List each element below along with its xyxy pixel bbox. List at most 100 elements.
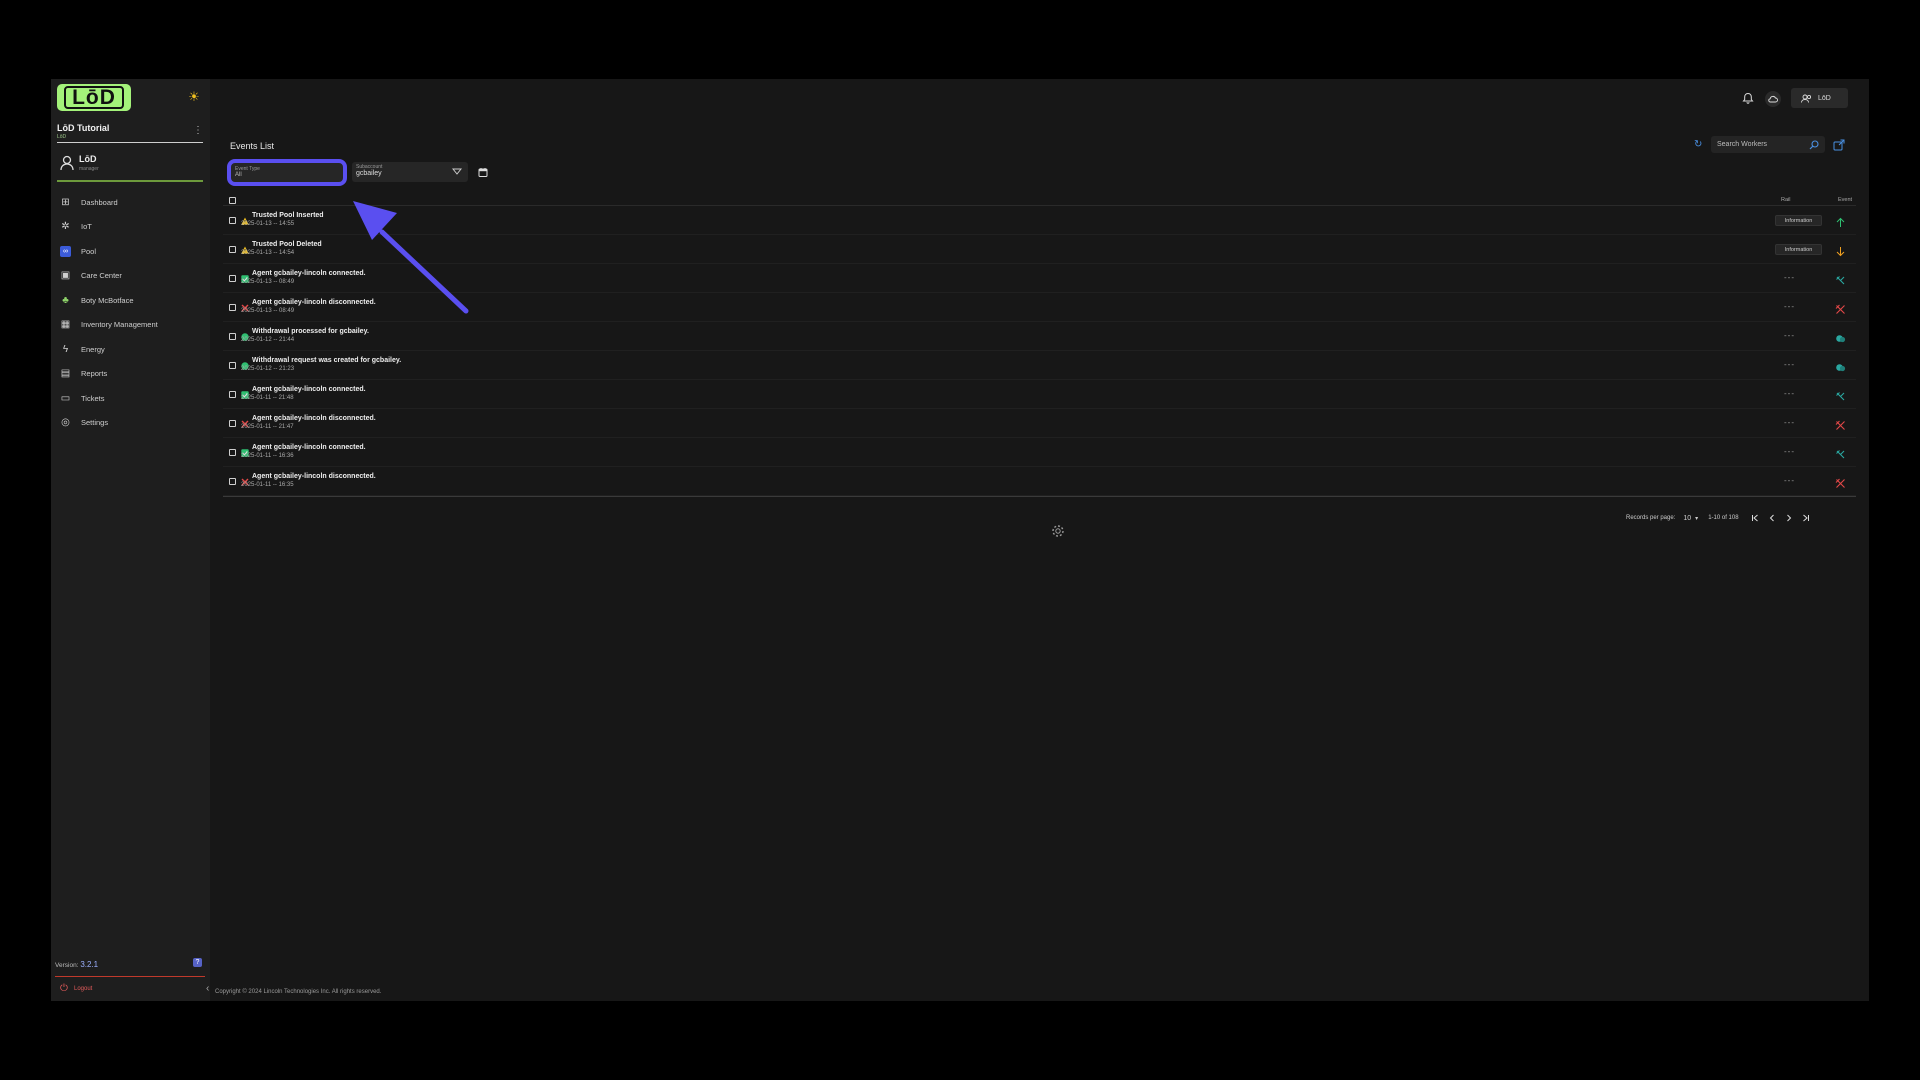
- event-type-value: All: [235, 172, 242, 178]
- table-divider: [223, 496, 1856, 497]
- sidebar-item-label: Tickets: [81, 393, 105, 403]
- export-icon[interactable]: [1833, 139, 1845, 151]
- row-checkbox[interactable]: [229, 217, 236, 224]
- error-x-icon: [241, 415, 249, 428]
- event-title: Agent gcbailey-lincoln connected.: [252, 270, 366, 277]
- refresh-icon[interactable]: ↻: [1694, 140, 1704, 150]
- event-title: Agent gcbailey-lincoln disconnected.: [252, 473, 376, 480]
- table-row[interactable]: Agent gcbailey-lincoln disconnected. 2025…: [223, 293, 1856, 322]
- table-row[interactable]: Agent gcbailey-lincoln connected. 2025-01…: [223, 438, 1856, 467]
- plug-connected-icon: [1835, 389, 1846, 401]
- records-per-page-label: Records per page:: [1626, 515, 1676, 521]
- inventory-icon: ▦: [60, 319, 71, 331]
- version-label: Version:: [55, 962, 79, 969]
- subaccount-select[interactable]: Subaccount gcbailey: [352, 162, 468, 182]
- last-page-icon[interactable]: [1802, 514, 1810, 522]
- table-body: Trusted Pool Inserted 2025-01-13 -- 14:55…: [223, 206, 1856, 496]
- logo-text: LōD: [64, 86, 124, 109]
- money-icon: [241, 357, 249, 370]
- warning-icon: [241, 241, 249, 254]
- sidebar-item-label: Care Center: [81, 271, 122, 281]
- sidebar-item-dashboard[interactable]: ⊞ Dashboard: [51, 190, 210, 215]
- sidebar-item-boty-mcbotface[interactable]: ♣ Boty McBotface: [51, 288, 210, 313]
- sidebar-item-settings[interactable]: ◎ Settings: [51, 411, 210, 436]
- sidebar-item-tickets[interactable]: ▭ Tickets: [51, 386, 210, 411]
- logo[interactable]: LōD: [57, 84, 131, 111]
- user-profile[interactable]: LōD manager: [57, 152, 203, 182]
- table-row[interactable]: Withdrawal request was created for gcbai…: [223, 351, 1856, 380]
- records-per-page-value[interactable]: 10: [1683, 515, 1691, 522]
- table-row[interactable]: Agent gcbailey-lincoln disconnected. 2025…: [223, 467, 1856, 496]
- logout-label: Logout: [74, 986, 93, 992]
- event-time: 2025-01-12 -- 21:44: [241, 337, 295, 343]
- organization-selector[interactable]: LōD Tutorial LōD ⋮: [57, 123, 203, 143]
- sidebar-item-iot[interactable]: ✲ IoT: [51, 215, 210, 240]
- help-icon[interactable]: ?: [193, 958, 202, 967]
- rail-empty: ---: [1784, 331, 1795, 340]
- sidebar-item-energy[interactable]: ϟ Energy: [51, 337, 210, 362]
- cloud-icon: [1768, 95, 1778, 103]
- event-title: Withdrawal processed for gcbailey.: [252, 328, 369, 335]
- event-time: 2025-01-11 -- 21:47: [241, 424, 294, 430]
- event-title: Agent gcbailey-lincoln connected.: [252, 386, 366, 393]
- sidebar-item-label: Inventory Management: [81, 320, 158, 330]
- logout-button[interactable]: ⏻ Logout: [60, 984, 92, 994]
- version-info: Version: 3.2.1: [55, 960, 98, 969]
- search-input[interactable]: Search Workers: [1711, 136, 1825, 153]
- page-title: Events List: [230, 141, 275, 151]
- version-number: 3.2.1: [80, 960, 99, 969]
- table-row[interactable]: Withdrawal processed for gcbailey. 2025-0…: [223, 322, 1856, 351]
- table-row[interactable]: Agent gcbailey-lincoln connected. 2025-01…: [223, 380, 1856, 409]
- calendar-icon[interactable]: [478, 167, 488, 177]
- users-icon: [1801, 94, 1812, 103]
- sun-icon[interactable]: ☀: [188, 90, 200, 103]
- cloud-button[interactable]: [1765, 91, 1781, 107]
- event-time: 2025-01-13 -- 08:49: [241, 279, 295, 285]
- rail-badge: Information: [1775, 244, 1822, 255]
- kebab-menu-icon[interactable]: ⋮: [193, 125, 203, 136]
- sidebar-item-pool[interactable]: ∞ Pool: [51, 239, 210, 264]
- search-icon[interactable]: [1809, 139, 1819, 150]
- warning-icon: [241, 212, 249, 225]
- dashboard-icon: ⊞: [61, 196, 70, 208]
- row-checkbox[interactable]: [229, 304, 236, 311]
- pool-icon: ∞: [60, 245, 71, 257]
- sidebar: LōD ☀ LōD Tutorial LōD ⋮ LōD manager ⊞ Da…: [51, 79, 210, 1001]
- app-window: LōD ☀ LōD Tutorial LōD ⋮ LōD manager ⊞ Da…: [51, 79, 1869, 1001]
- bell-icon[interactable]: [1742, 92, 1754, 104]
- prev-page-icon[interactable]: [1768, 514, 1776, 522]
- row-checkbox[interactable]: [229, 449, 236, 456]
- event-time: 2025-01-11 -- 21:48: [241, 395, 294, 401]
- event-time: 2025-01-13 -- 14:54: [241, 250, 295, 256]
- plug-disconnected-icon: [1835, 476, 1846, 488]
- sidebar-item-reports[interactable]: ▤ Reports: [51, 362, 210, 387]
- next-page-icon[interactable]: [1785, 514, 1793, 522]
- row-checkbox[interactable]: [229, 333, 236, 340]
- sidebar-item-label: Dashboard: [81, 197, 118, 207]
- sidebar-item-care-center[interactable]: ▣ Care Center: [51, 264, 210, 289]
- user-menu-button[interactable]: LōD: [1791, 88, 1848, 108]
- select-all-checkbox[interactable]: [229, 197, 236, 204]
- arrow-down-icon: [1835, 244, 1846, 257]
- org-name: LōD Tutorial: [57, 123, 110, 133]
- first-page-icon[interactable]: [1751, 514, 1759, 522]
- event-type-filter[interactable]: Event Type All: [227, 159, 347, 186]
- caret-down-icon[interactable]: ▾: [1695, 515, 1698, 522]
- row-checkbox[interactable]: [229, 420, 236, 427]
- collapse-sidebar-icon[interactable]: ‹: [206, 983, 209, 994]
- row-checkbox[interactable]: [229, 275, 236, 282]
- row-checkbox[interactable]: [229, 478, 236, 485]
- sidebar-item-inventory-management[interactable]: ▦ Inventory Management: [51, 313, 210, 338]
- gear-icon[interactable]: [1051, 524, 1065, 538]
- table-row[interactable]: Agent gcbailey-lincoln connected. 2025-01…: [223, 264, 1856, 293]
- table-row[interactable]: Trusted Pool Deleted 2025-01-13 -- 14:54 I…: [223, 235, 1856, 264]
- row-checkbox[interactable]: [229, 246, 236, 253]
- row-checkbox[interactable]: [229, 391, 236, 398]
- table-row[interactable]: Trusted Pool Inserted 2025-01-13 -- 14:55…: [223, 206, 1856, 235]
- table-row[interactable]: Agent gcbailey-lincoln disconnected. 2025…: [223, 409, 1856, 438]
- sidebar-item-label: Reports: [81, 369, 108, 379]
- rail-empty: ---: [1784, 389, 1795, 398]
- row-checkbox[interactable]: [229, 362, 236, 369]
- event-title: Agent gcbailey-lincoln disconnected.: [252, 299, 376, 306]
- event-title: Agent gcbailey-lincoln disconnected.: [252, 415, 376, 422]
